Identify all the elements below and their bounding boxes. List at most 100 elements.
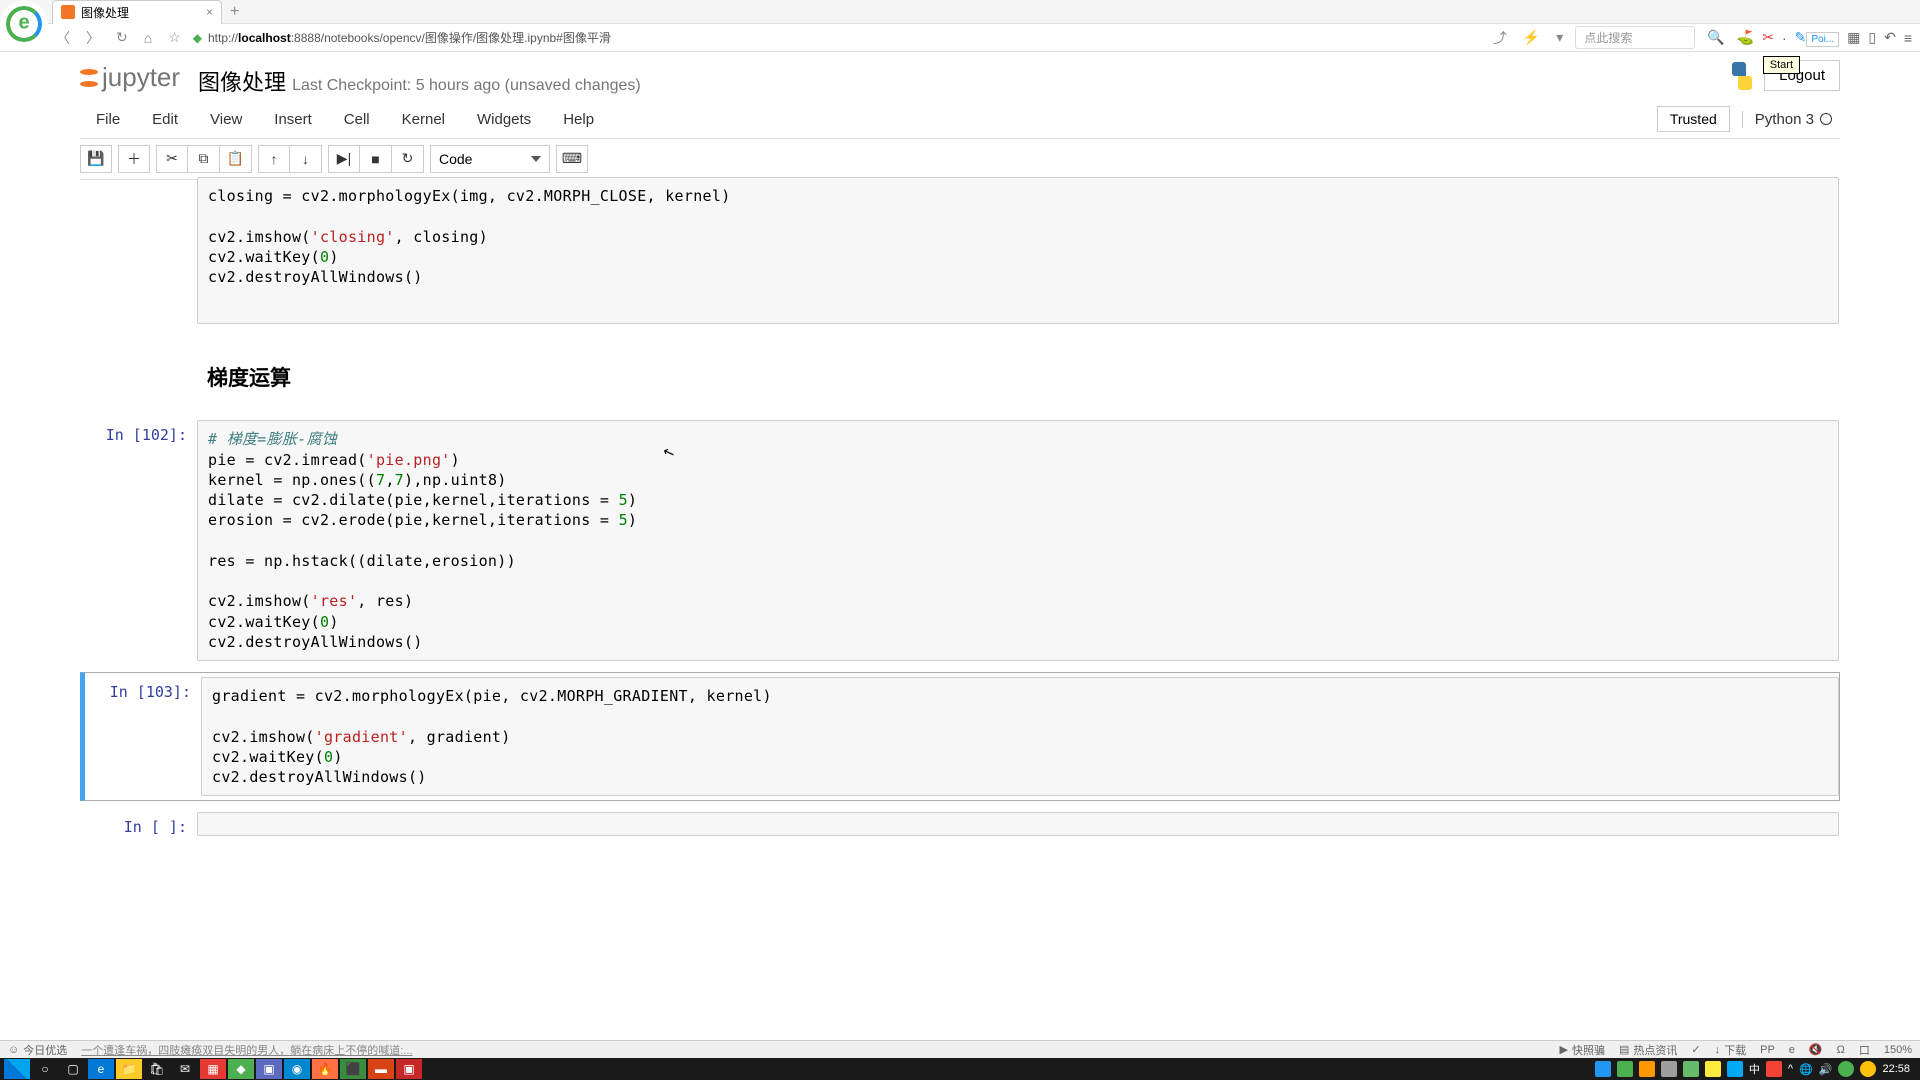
command-palette-button[interactable]: ⌨ bbox=[556, 145, 588, 173]
home-button[interactable]: ⌂ bbox=[140, 30, 156, 46]
app-icon[interactable]: ▣ bbox=[256, 1059, 282, 1079]
forward-button[interactable]: 〉 bbox=[82, 28, 104, 48]
share-icon[interactable]: ⤴ bbox=[1489, 28, 1511, 48]
tray-icon[interactable] bbox=[1639, 1061, 1655, 1077]
kernel-indicator[interactable]: Python 3 bbox=[1742, 111, 1832, 128]
code-content[interactable]: gradient = cv2.morphologyEx(pie, cv2.MOR… bbox=[212, 686, 1828, 787]
notebook-area[interactable]: closing = cv2.morphologyEx(img, cv2.MORP… bbox=[0, 172, 1920, 1058]
status-snapshot[interactable]: ▶ 快照骗 bbox=[1560, 1042, 1605, 1058]
tray-volume-icon[interactable]: 🔊 bbox=[1819, 1063, 1833, 1076]
system-tray[interactable]: 中 ^ 🌐 🔊 22:58 bbox=[1595, 1061, 1916, 1077]
status-download[interactable]: ↓ 下载 bbox=[1715, 1042, 1747, 1058]
restart-button[interactable]: ↻ bbox=[392, 145, 424, 173]
app-icon[interactable]: ◆ bbox=[228, 1059, 254, 1079]
menu-widgets[interactable]: Widgets bbox=[461, 105, 547, 134]
code-cell[interactable]: closing = cv2.morphologyEx(img, cv2.MORP… bbox=[80, 172, 1840, 329]
address-bar[interactable]: ◆ http://localhost:8888/notebooks/opencv… bbox=[193, 29, 1481, 46]
chevron-down-icon[interactable]: ▾ bbox=[1552, 29, 1567, 46]
favorite-button[interactable]: ☆ bbox=[164, 29, 185, 46]
store-icon[interactable]: 🛍 bbox=[144, 1059, 170, 1079]
status-fullscreen[interactable]: 口 bbox=[1859, 1042, 1870, 1058]
menu-help[interactable]: Help bbox=[547, 105, 610, 134]
cortana-icon[interactable]: ○ bbox=[32, 1059, 58, 1079]
code-cell[interactable]: In [ ]: bbox=[80, 807, 1840, 841]
tray-icon[interactable] bbox=[1617, 1061, 1633, 1077]
app-icon[interactable]: ▣ bbox=[396, 1059, 422, 1079]
taskview-icon[interactable]: ▢ bbox=[60, 1059, 86, 1079]
edge-icon[interactable]: e bbox=[88, 1059, 114, 1079]
status-check[interactable]: ✓ bbox=[1691, 1043, 1700, 1056]
stop-button[interactable]: ■ bbox=[360, 145, 392, 173]
move-down-button[interactable]: ↓ bbox=[290, 145, 322, 173]
app-icon[interactable]: ◉ bbox=[284, 1059, 310, 1079]
app-icon[interactable]: ▬ bbox=[368, 1059, 394, 1079]
status-omega[interactable]: Ω bbox=[1837, 1044, 1845, 1056]
status-pp[interactable]: PP bbox=[1760, 1044, 1775, 1056]
checkpoint-text: Last Checkpoint: 5 hours ago (unsaved ch… bbox=[292, 77, 641, 95]
device-icon[interactable]: ▯ bbox=[1868, 29, 1876, 46]
menu-cell[interactable]: Cell bbox=[328, 105, 386, 134]
menu-kernel[interactable]: Kernel bbox=[386, 105, 461, 134]
code-cell[interactable]: In [102]: # 梯度=膨胀-腐蚀 pie = cv2.imread('p… bbox=[80, 415, 1840, 666]
move-up-button[interactable]: ↑ bbox=[258, 145, 290, 173]
app-icon[interactable]: ⬛ bbox=[340, 1059, 366, 1079]
status-hotnews[interactable]: ▤ 热点资讯 bbox=[1619, 1042, 1677, 1058]
clock[interactable]: 22:58 bbox=[1882, 1063, 1910, 1075]
browser-logo[interactable] bbox=[0, 0, 48, 48]
add-cell-button[interactable]: ＋ bbox=[118, 145, 150, 173]
tray-icon[interactable] bbox=[1661, 1061, 1677, 1077]
mail-icon[interactable]: ✉ bbox=[172, 1059, 198, 1079]
copy-button[interactable]: ⧉ bbox=[188, 145, 220, 173]
back-button[interactable]: 〈 bbox=[52, 28, 74, 48]
tray-ime[interactable]: 中 bbox=[1749, 1061, 1760, 1077]
jupyter-logo[interactable]: jupyter bbox=[80, 62, 180, 93]
cut-button[interactable]: ✂ bbox=[156, 145, 188, 173]
run-button[interactable]: ▶| bbox=[328, 145, 360, 173]
menu-icon[interactable]: ≡ bbox=[1904, 30, 1912, 46]
picker-icon[interactable]: ✎Poi... bbox=[1795, 29, 1840, 46]
search-icon[interactable]: 🔍 bbox=[1703, 29, 1728, 46]
status-ie[interactable]: e bbox=[1789, 1044, 1795, 1056]
trusted-indicator[interactable]: Trusted bbox=[1657, 106, 1730, 132]
search-input[interactable]: 点此搜索 bbox=[1575, 26, 1695, 49]
code-content[interactable]: closing = cv2.morphologyEx(img, cv2.MORP… bbox=[208, 186, 1828, 287]
status-news[interactable]: 一个遭逢车祸，四肢瘫痪双目失明的男人，躺在病床上不停的喊道:... bbox=[81, 1042, 412, 1058]
refresh-button[interactable]: ↻ bbox=[112, 29, 132, 46]
tray-icon[interactable] bbox=[1860, 1061, 1876, 1077]
app-icon[interactable]: ▦ bbox=[200, 1059, 226, 1079]
menu-insert[interactable]: Insert bbox=[258, 105, 328, 134]
app-icon[interactable]: 🔥 bbox=[312, 1059, 338, 1079]
tray-icon[interactable] bbox=[1595, 1061, 1611, 1077]
code-content[interactable]: # 梯度=膨胀-腐蚀 pie = cv2.imread('pie.png') k… bbox=[208, 429, 1828, 652]
status-zoom[interactable]: 150% bbox=[1884, 1044, 1912, 1056]
start-button[interactable] bbox=[4, 1059, 30, 1079]
explorer-icon[interactable]: 📁 bbox=[116, 1059, 142, 1079]
tray-chevron-icon[interactable]: ^ bbox=[1788, 1063, 1793, 1075]
notebook-title[interactable]: 图像处理 bbox=[198, 65, 286, 97]
code-cell-selected[interactable]: In [103]: gradient = cv2.morphologyEx(pi… bbox=[80, 672, 1840, 801]
menu-view[interactable]: View bbox=[194, 105, 258, 134]
close-tab-icon[interactable]: × bbox=[206, 5, 213, 19]
tray-icon[interactable] bbox=[1838, 1061, 1854, 1077]
tray-icon[interactable] bbox=[1683, 1061, 1699, 1077]
cell-prompt bbox=[81, 177, 197, 324]
tray-network-icon[interactable]: 🌐 bbox=[1799, 1063, 1813, 1076]
save-button[interactable]: 💾 bbox=[80, 145, 112, 173]
undo-icon[interactable]: ↶ bbox=[1884, 29, 1896, 46]
flash-icon[interactable]: ⚡ bbox=[1519, 29, 1544, 46]
menu-file[interactable]: File bbox=[80, 105, 136, 134]
new-tab-button[interactable]: + bbox=[230, 3, 239, 21]
menu-edit[interactable]: Edit bbox=[136, 105, 194, 134]
status-sound[interactable]: 🔇 bbox=[1809, 1043, 1823, 1056]
browser-tab[interactable]: 图像处理 × bbox=[52, 0, 222, 24]
tray-icon[interactable] bbox=[1705, 1061, 1721, 1077]
status-left1[interactable]: ☺ 今日优选 bbox=[8, 1042, 67, 1058]
markdown-cell[interactable]: 梯度运算 bbox=[80, 335, 1840, 409]
cell-type-select[interactable]: Code bbox=[430, 145, 550, 173]
translate-icon[interactable]: ⛳ bbox=[1737, 29, 1754, 46]
tray-icon[interactable] bbox=[1766, 1061, 1782, 1077]
paste-button[interactable]: 📋 bbox=[220, 145, 252, 173]
scissors-icon[interactable]: ✂ bbox=[1762, 29, 1774, 46]
tray-icon[interactable] bbox=[1727, 1061, 1743, 1077]
apps-icon[interactable]: ▦ bbox=[1847, 29, 1860, 46]
